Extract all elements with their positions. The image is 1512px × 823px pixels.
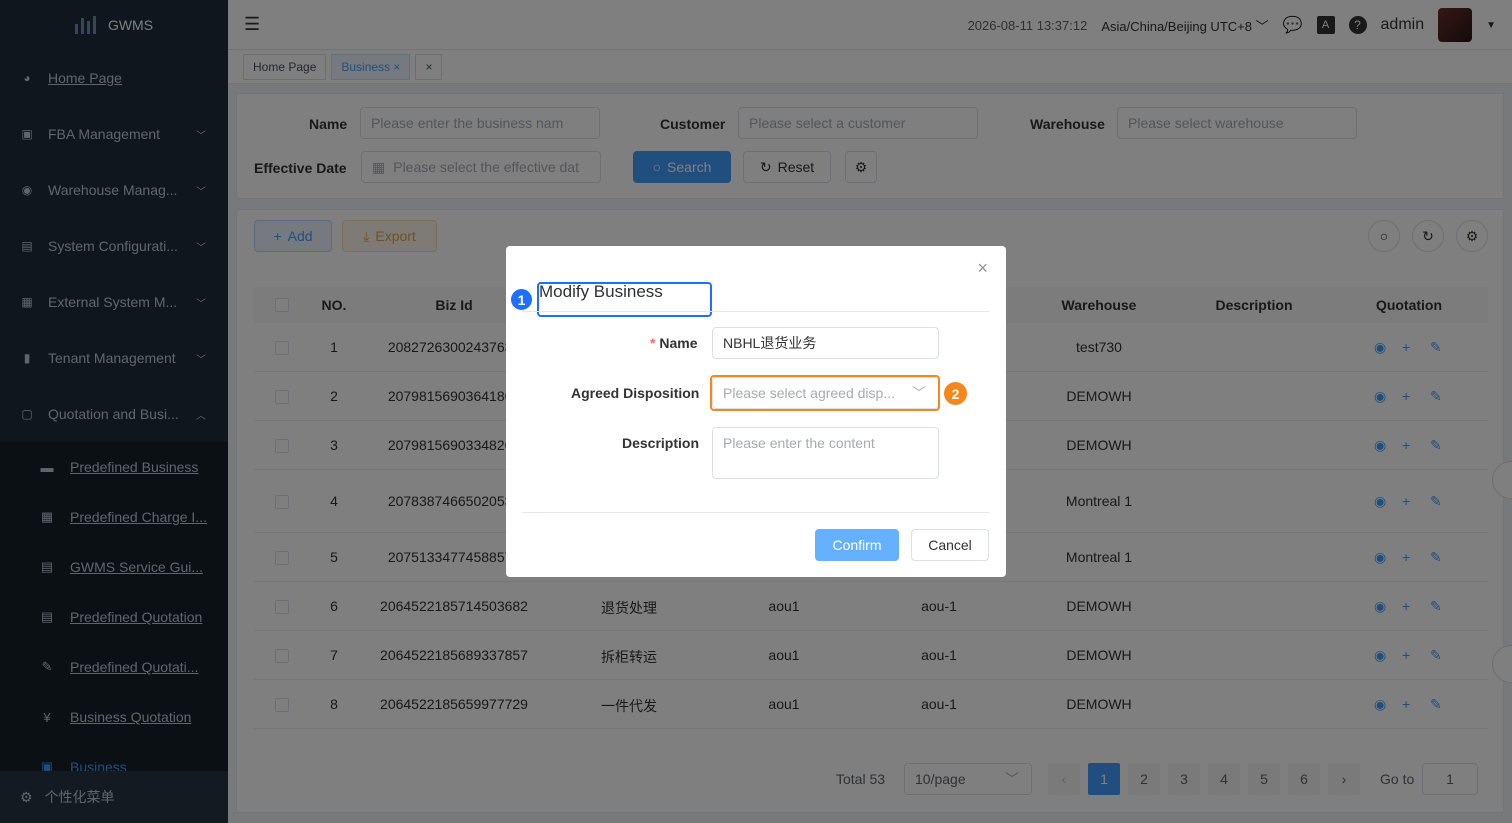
cancel-button-label: Cancel xyxy=(928,537,972,553)
dialog-name-input[interactable]: NBHL退货业务 xyxy=(712,327,939,359)
modify-business-dialog: × Modify Business 1 * Name NBHL退货业务 Agre… xyxy=(506,246,1006,577)
marker-number: 2 xyxy=(951,385,960,402)
confirm-button[interactable]: Confirm xyxy=(815,529,899,561)
dialog-name-label-text: Name xyxy=(659,335,698,351)
dialog-name-label: * Name xyxy=(650,335,697,351)
annotation-box-2 xyxy=(710,375,940,411)
close-icon[interactable]: × xyxy=(977,258,988,279)
dialog-name-value: NBHL退货业务 xyxy=(723,335,817,351)
annotation-marker-2: 2 xyxy=(942,380,969,407)
marker-number: 1 xyxy=(517,291,526,308)
dialog-description-label: Description xyxy=(622,435,700,451)
dialog-disposition-label: Agreed Disposition xyxy=(571,385,700,401)
description-placeholder: Please enter the content xyxy=(723,435,875,451)
cancel-button[interactable]: Cancel xyxy=(911,529,989,561)
dialog-header-divider xyxy=(522,311,989,312)
description-textarea[interactable]: Please enter the content xyxy=(712,427,939,479)
dialog-footer-divider xyxy=(522,512,989,513)
annotation-marker-1: 1 xyxy=(509,287,534,312)
confirm-button-label: Confirm xyxy=(832,537,882,553)
required-mark: * xyxy=(650,335,660,351)
